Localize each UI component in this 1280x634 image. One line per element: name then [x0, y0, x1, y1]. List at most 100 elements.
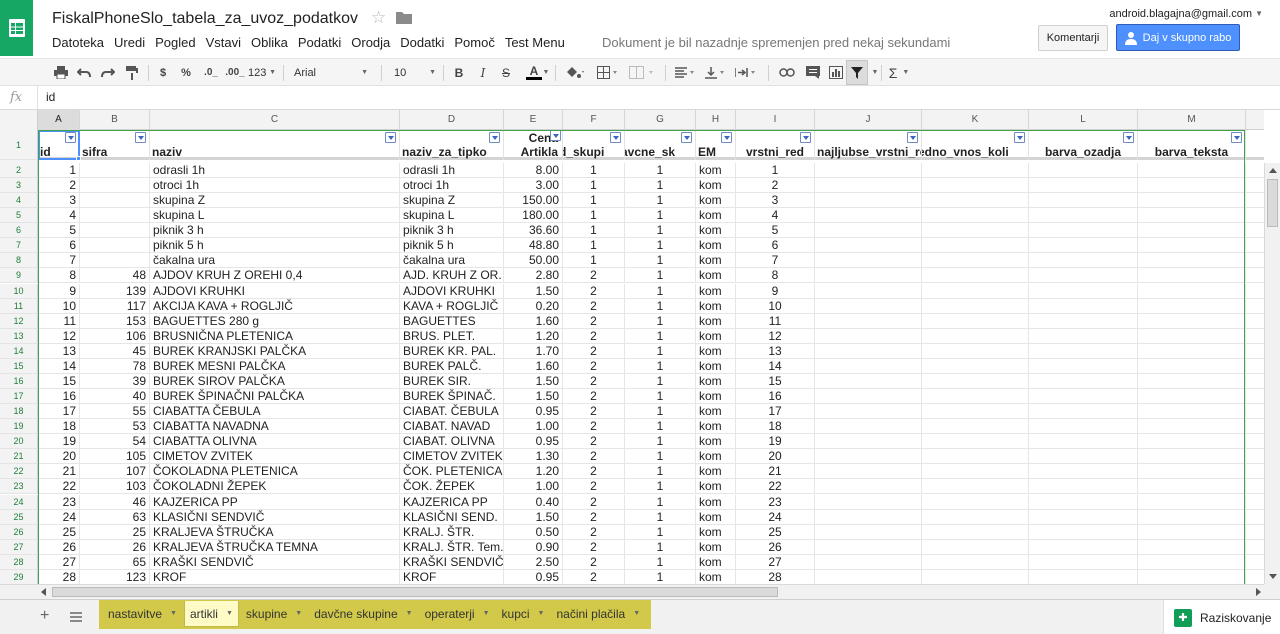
table-cell[interactable] — [1029, 268, 1138, 283]
table-cell[interactable]: 45 — [80, 344, 150, 359]
table-cell[interactable]: kom — [696, 434, 736, 449]
paint-format-icon[interactable] — [123, 59, 141, 86]
table-cell[interactable] — [80, 163, 150, 178]
table-cell[interactable]: skupina Z — [150, 193, 400, 208]
table-cell[interactable]: kom — [696, 299, 736, 314]
table-cell[interactable] — [1029, 374, 1138, 389]
align-left-icon[interactable] — [672, 59, 698, 86]
table-cell[interactable]: KROF — [150, 570, 400, 584]
filter-dropdown-icon[interactable] — [489, 132, 500, 143]
table-cell[interactable] — [815, 284, 922, 299]
table-cell[interactable]: 0.20 — [504, 299, 563, 314]
table-cell[interactable]: CIMETOV ZVITEK — [400, 449, 504, 464]
table-cell[interactable]: KLASIČNI SEND. — [400, 510, 504, 525]
table-cell[interactable]: 1 — [625, 540, 696, 555]
horizontal-scroll-thumb[interactable] — [52, 587, 778, 597]
table-cell[interactable] — [1138, 329, 1246, 344]
table-cell[interactable]: 0.50 — [504, 525, 563, 540]
table-cell[interactable]: BUREK ŠPINAČ. — [400, 389, 504, 404]
row-number[interactable]: 18 — [0, 404, 38, 419]
table-cell[interactable]: KRALJEVA ŠTRUČKA TEMNA — [150, 540, 400, 555]
table-cell[interactable]: kom — [696, 495, 736, 510]
table-cell[interactable]: kom — [696, 464, 736, 479]
table-cell[interactable]: kom — [696, 389, 736, 404]
table-cell[interactable] — [80, 223, 150, 238]
formula-input[interactable]: id — [37, 86, 1267, 109]
row-number[interactable]: 7 — [0, 238, 38, 253]
column-header[interactable]: E — [504, 110, 563, 130]
table-cell[interactable] — [1029, 314, 1138, 329]
table-cell[interactable]: 3.00 — [504, 178, 563, 193]
table-cell[interactable]: 19 — [736, 434, 815, 449]
table-cell[interactable]: 8 — [38, 268, 80, 283]
table-cell[interactable] — [1029, 510, 1138, 525]
table-cell[interactable]: KAVA + ROGLJIČ — [400, 299, 504, 314]
table-cell[interactable]: kom — [696, 223, 736, 238]
bold-button[interactable]: B — [451, 59, 467, 86]
header-cell[interactable]: najljubse_vrstni_red — [815, 130, 922, 160]
table-cell[interactable]: 26 — [736, 540, 815, 555]
table-cell[interactable] — [1029, 359, 1138, 374]
table-cell[interactable] — [815, 495, 922, 510]
table-cell[interactable] — [1138, 253, 1246, 268]
table-cell[interactable]: 48 — [80, 268, 150, 283]
table-cell[interactable]: 1.70 — [504, 344, 563, 359]
table-cell[interactable]: 1 — [625, 464, 696, 479]
table-cell[interactable] — [1029, 299, 1138, 314]
table-cell[interactable] — [1138, 238, 1246, 253]
select-all-corner[interactable] — [0, 110, 38, 130]
table-cell[interactable] — [1138, 268, 1246, 283]
table-cell[interactable]: čakalna ura — [400, 253, 504, 268]
table-cell[interactable]: otroci 1h — [150, 178, 400, 193]
table-cell[interactable]: 1 — [625, 208, 696, 223]
table-cell[interactable]: 21 — [38, 464, 80, 479]
table-cell[interactable]: 1 — [625, 238, 696, 253]
row-number[interactable]: 26 — [0, 525, 38, 540]
row-number[interactable]: 29 — [0, 570, 38, 584]
fill-color-icon[interactable] — [562, 59, 588, 86]
table-cell[interactable] — [815, 555, 922, 570]
column-header[interactable]: J — [815, 110, 922, 130]
explore-button[interactable]: ✚ Raziskovanje — [1163, 600, 1280, 634]
table-cell[interactable]: 107 — [80, 464, 150, 479]
table-cell[interactable] — [815, 510, 922, 525]
table-cell[interactable]: kom — [696, 479, 736, 494]
table-cell[interactable]: 2.50 — [504, 555, 563, 570]
table-cell[interactable] — [80, 193, 150, 208]
table-cell[interactable]: 1 — [625, 434, 696, 449]
table-cell[interactable]: 18 — [38, 419, 80, 434]
column-header[interactable]: G — [625, 110, 696, 130]
table-cell[interactable]: CIABAT. NAVAD — [400, 419, 504, 434]
vertical-scrollbar[interactable] — [1264, 163, 1280, 584]
column-header[interactable]: H — [696, 110, 736, 130]
table-cell[interactable] — [1029, 344, 1138, 359]
table-cell[interactable]: 2 — [563, 419, 625, 434]
table-cell[interactable]: 2 — [563, 344, 625, 359]
table-cell[interactable]: 1.50 — [504, 510, 563, 525]
table-cell[interactable]: kom — [696, 510, 736, 525]
table-cell[interactable]: BUREK PALČ. — [400, 359, 504, 374]
column-header[interactable]: C — [150, 110, 400, 130]
table-cell[interactable]: KROF — [400, 570, 504, 584]
table-cell[interactable] — [815, 419, 922, 434]
merge-cells-icon[interactable] — [626, 59, 660, 86]
number-format-dropdown[interactable]: 123 ▼ — [248, 59, 276, 86]
table-cell[interactable]: 1 — [625, 510, 696, 525]
table-cell[interactable]: odrasli 1h — [400, 163, 504, 178]
table-cell[interactable]: 14 — [736, 359, 815, 374]
filter-dropdown-icon[interactable] — [1123, 132, 1134, 143]
table-cell[interactable] — [1029, 479, 1138, 494]
table-cell[interactable] — [1138, 404, 1246, 419]
table-cell[interactable]: 9 — [38, 284, 80, 299]
table-cell[interactable]: 22 — [736, 479, 815, 494]
table-cell[interactable]: 55 — [80, 404, 150, 419]
table-cell[interactable]: 12 — [38, 329, 80, 344]
row-number[interactable]: 10 — [0, 284, 38, 299]
table-cell[interactable] — [815, 193, 922, 208]
table-cell[interactable] — [80, 208, 150, 223]
table-cell[interactable]: kom — [696, 570, 736, 584]
table-cell[interactable]: 1 — [625, 389, 696, 404]
table-cell[interactable]: kom — [696, 404, 736, 419]
table-cell[interactable] — [1029, 193, 1138, 208]
table-cell[interactable] — [1138, 479, 1246, 494]
